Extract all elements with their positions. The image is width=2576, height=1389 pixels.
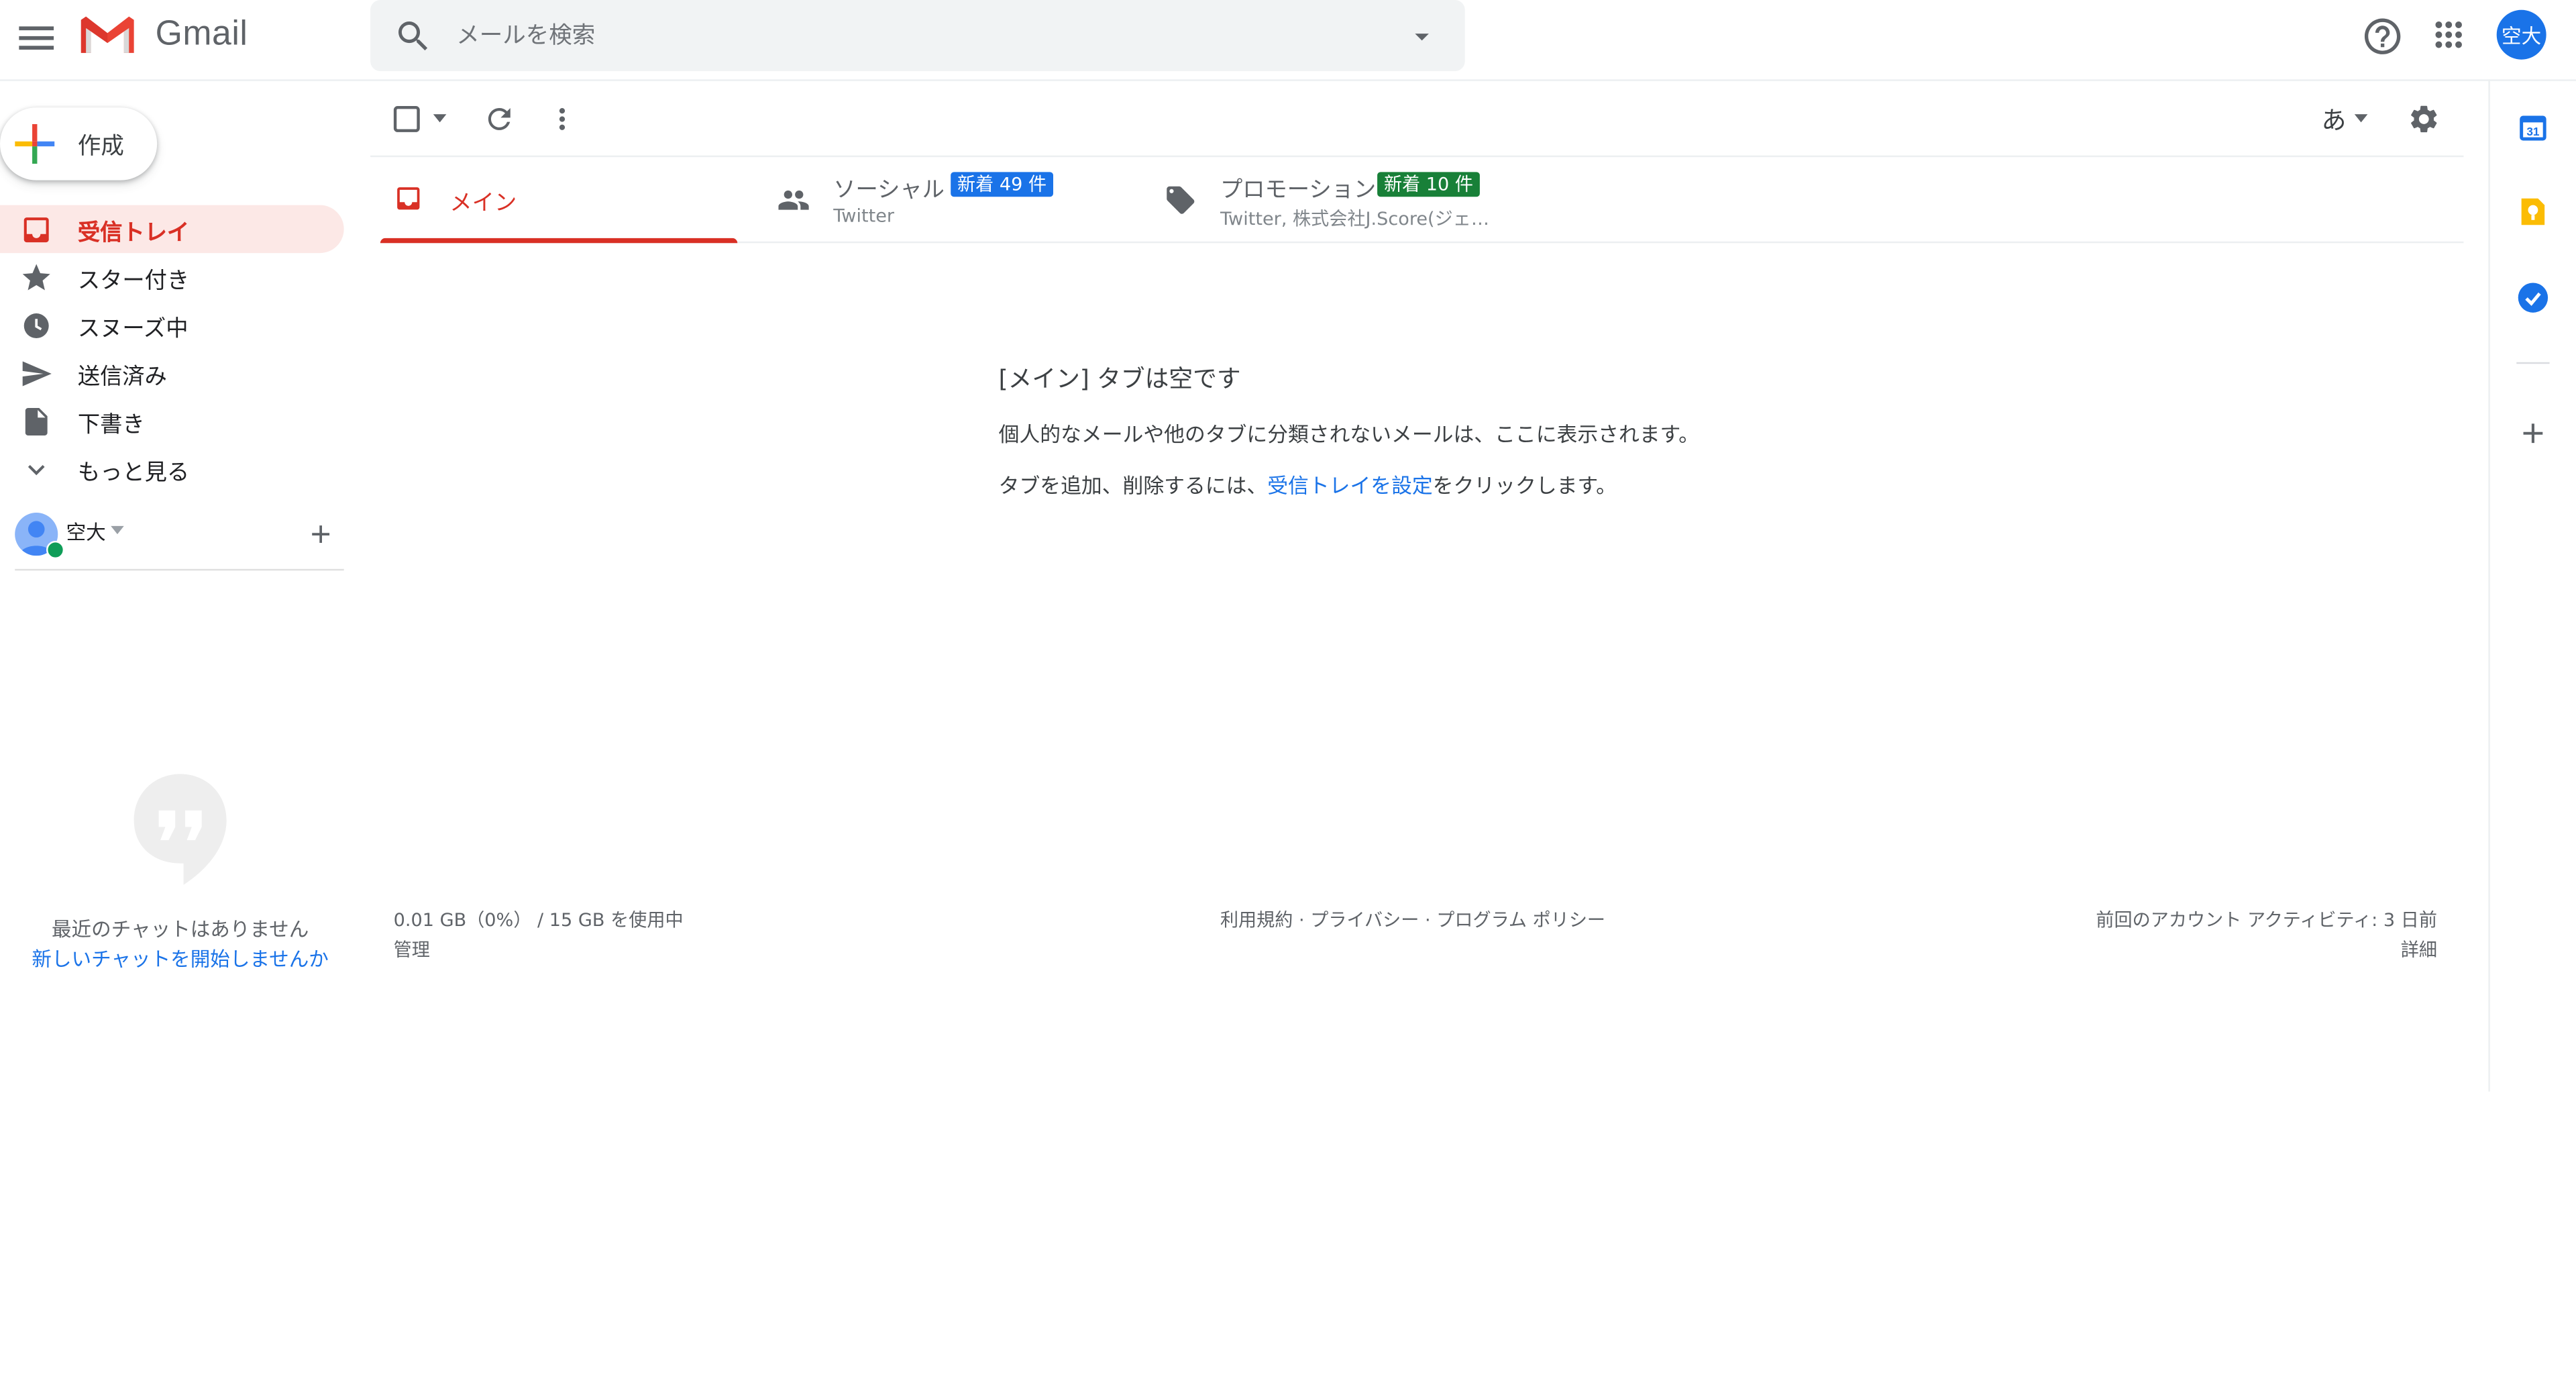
gear-icon[interactable] (2408, 103, 2440, 136)
storage-footer: 0.01 GB（0%） / 15 GB を使用中 管理 (394, 907, 684, 966)
empty-tab-hint: タブを追加、削除するには、受信トレイを設定をクリックします。 (999, 468, 1617, 500)
sidebar-item-more[interactable]: もっと見る (0, 445, 344, 493)
search-icon[interactable] (394, 17, 433, 56)
sidebar-item-label: 下書き (77, 411, 145, 438)
hint-prefix: タブを追加、削除するには、 (998, 472, 1268, 498)
last-activity-text: 前回のアカウント アクティビティ: 3 日前 (2096, 909, 2437, 931)
empty-tab-title: [メイン] タブは空です (998, 367, 1241, 394)
side-panel: 31 (2488, 79, 2576, 1092)
online-status-dot (46, 540, 65, 560)
add-contact-plus-icon[interactable] (306, 519, 335, 549)
tab-promotions-label: プロモーション (1220, 176, 1377, 204)
sidebar-item-starred[interactable]: スター付き (0, 253, 344, 301)
hangouts-user-name[interactable]: 空大 (66, 517, 106, 546)
main-menu-icon[interactable] (13, 15, 60, 61)
get-addons-plus-icon[interactable] (2516, 417, 2549, 450)
side-panel-divider (2516, 362, 2550, 364)
search-options-dropdown-icon[interactable] (1405, 20, 1438, 53)
more-vertical-icon[interactable] (545, 103, 578, 136)
sidebar-item-label: もっと見る (77, 458, 190, 486)
manage-storage-link[interactable]: 管理 (394, 936, 684, 966)
tab-promotions-senders: Twitter, 株式会社J.Score(ジェ… (1220, 208, 1489, 230)
search-bar (370, 0, 1465, 71)
compose-button[interactable]: 作成 (0, 107, 158, 181)
gmail-app: Gmail 空大 作成 (0, 0, 2576, 1389)
inbox-icon (20, 213, 53, 246)
active-tab-indicator (380, 238, 738, 244)
mail-toolbar: あ (370, 83, 2464, 158)
sidebar-item-label: スヌーズ中 (77, 315, 189, 342)
search-input[interactable] (456, 0, 1383, 71)
compose-label: 作成 (77, 134, 124, 161)
tasks-icon[interactable] (2516, 281, 2549, 314)
select-all-checkbox[interactable] (393, 105, 420, 132)
no-recent-chats-text: 最近のチャットはありません (51, 917, 309, 941)
gmail-logo[interactable]: Gmail (79, 13, 248, 56)
star-icon (20, 261, 53, 294)
sidebar-item-label: スター付き (77, 267, 190, 294)
tab-social[interactable]: ソーシャル 新着 49 件 Twitter (764, 157, 1144, 242)
compose-plus-icon (15, 123, 55, 164)
refresh-icon[interactable] (483, 103, 516, 136)
people-icon (777, 184, 810, 217)
tab-social-label: ソーシャル (833, 176, 945, 204)
input-tools-caret-icon[interactable] (2354, 114, 2368, 123)
caret-down-icon[interactable] (111, 525, 124, 535)
sidebar-item-inbox[interactable]: 受信トレイ (0, 205, 344, 254)
clock-icon (20, 309, 53, 342)
send-icon (20, 357, 53, 390)
top-bar: Gmail 空大 (0, 0, 2576, 81)
account-avatar[interactable]: 空大 (2496, 9, 2546, 60)
sidebar-item-label: 受信トレイ (77, 219, 190, 246)
promotions-new-count-badge: 新着 10 件 (1377, 172, 1480, 197)
svg-text:31: 31 (2526, 125, 2540, 138)
configure-inbox-link[interactable]: 受信トレイを設定 (1267, 473, 1433, 498)
hangouts-quote-icon (132, 774, 228, 886)
start-new-chat-link[interactable]: 新しいチャットを開始しませんか (0, 944, 360, 972)
keep-icon[interactable] (2518, 197, 2548, 226)
gmail-wordmark: Gmail (155, 15, 248, 53)
empty-tab-description: 個人的なメールや他のタブに分類されないメールは、ここに表示されます。 (998, 421, 1700, 447)
empty-tab-message: [メイン] タブは空です 個人的なメールや他のタブに分類されないメールは、ここに… (998, 360, 1699, 498)
tab-main-label: メイン (449, 190, 517, 217)
google-apps-icon[interactable] (2429, 15, 2469, 54)
hint-suffix: をクリックします。 (1432, 472, 1617, 498)
chevron-down-icon (20, 453, 53, 486)
tag-icon (1164, 184, 1197, 217)
sidebar-item-snoozed[interactable]: スヌーズ中 (0, 301, 344, 349)
select-options-caret-icon[interactable] (433, 114, 447, 123)
input-tools-button[interactable]: あ (2321, 103, 2346, 138)
sidebar-item-drafts[interactable]: 下書き (0, 397, 344, 445)
social-new-count-badge: 新着 49 件 (951, 172, 1054, 197)
gmail-m-icon (79, 13, 136, 56)
calendar-icon[interactable]: 31 (2518, 113, 2548, 142)
tab-social-senders: Twitter (833, 205, 895, 227)
sidebar-item-sent[interactable]: 送信済み (0, 349, 344, 397)
inbox-category-tabs: メイン ソーシャル 新着 49 件 Twitter プロモーション 新着 10 … (380, 157, 2464, 244)
tab-main[interactable]: メイン (380, 157, 738, 244)
policy-links[interactable]: 利用規約 · プライバシー · プログラム ポリシー (1220, 907, 1605, 933)
inbox-icon (394, 184, 423, 213)
sidebar-nav: 受信トレイ スター付き スヌーズ中 送信済み 下書き もっと見る (0, 205, 370, 493)
activity-details-link[interactable]: 詳細 (1984, 936, 2437, 966)
sidebar-item-label: 送信済み (77, 363, 167, 390)
draft-icon (20, 405, 53, 438)
help-icon[interactable] (2361, 15, 2404, 58)
account-activity-footer: 前回のアカウント アクティビティ: 3 日前 詳細 (1984, 907, 2437, 966)
hangouts-account-row: 空大 (15, 509, 344, 571)
tab-promotions[interactable]: プロモーション 新着 10 件 Twitter, 株式会社J.Score(ジェ… (1150, 157, 1548, 242)
storage-usage: 0.01 GB（0%） / 15 GB を使用中 (393, 909, 684, 931)
